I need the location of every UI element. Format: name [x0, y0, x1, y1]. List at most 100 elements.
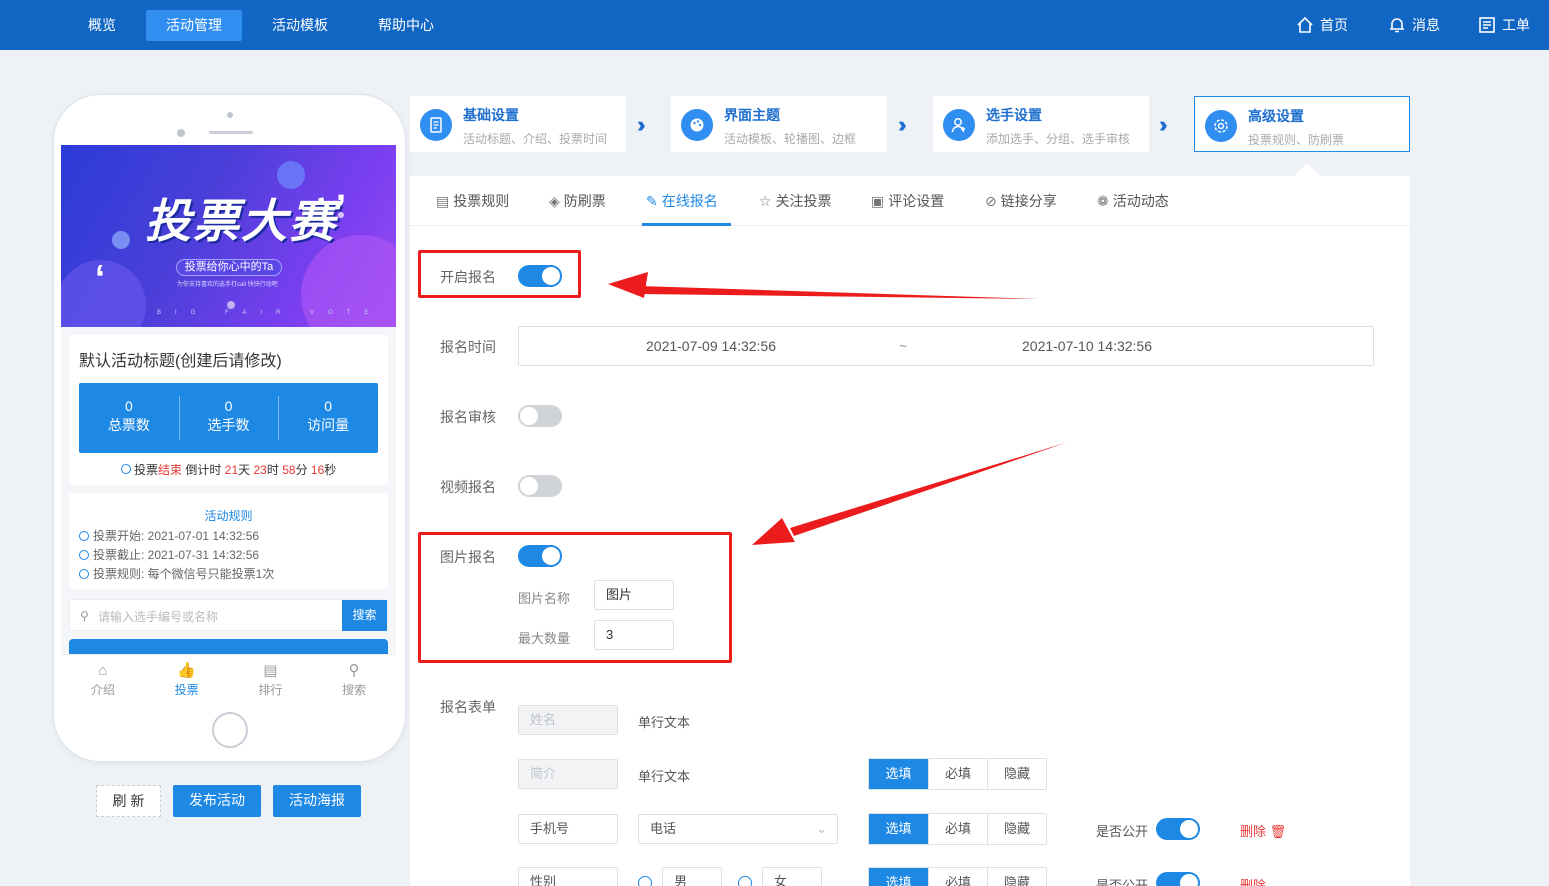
star-icon: ☆: [759, 192, 772, 209]
pinwheel-icon: ❁: [1097, 192, 1109, 209]
home-icon: ⌂: [98, 662, 108, 679]
tab-follow-vote[interactable]: ☆ 关注投票: [759, 191, 832, 211]
gender-required-selector: 选填 必填 隐藏: [868, 867, 1047, 886]
countdown: 投票结束 倒计时 21天 23时 58分 16秒: [69, 461, 388, 478]
phone-preview: 投票大赛 , ‘ 投票给你心中的Ta 为你支持喜欢的选手打call 快快行动吧 …: [54, 95, 405, 761]
radio-icon[interactable]: [738, 876, 752, 886]
stats-panel: 0 总票数 0 选手数 0 访问量: [79, 383, 378, 453]
document-icon: ▤: [436, 192, 450, 209]
quote-mark-left: ‘: [95, 257, 106, 298]
radio-icon[interactable]: [638, 876, 652, 886]
option-hidden[interactable]: 隐藏: [987, 868, 1046, 886]
stat-contestants: 0 选手数: [178, 383, 279, 453]
toggle-knob: [520, 477, 538, 495]
tab-search[interactable]: ⚲ 搜索: [312, 655, 396, 704]
step-title: 基础设置: [463, 107, 519, 123]
signup-review-toggle[interactable]: [518, 405, 562, 427]
option-hidden[interactable]: 隐藏: [987, 759, 1046, 789]
gender-public-toggle[interactable]: [1156, 872, 1200, 886]
field-gender-input[interactable]: 性别: [518, 867, 618, 886]
tab-comment-settings[interactable]: ▣ 评论设置: [871, 191, 944, 211]
nav-messages[interactable]: 消息: [1388, 15, 1440, 35]
contestant-search: ⚲ 请输入选手编号或名称 搜索: [69, 599, 388, 631]
rule-start: 投票开始: 2021-07-01 14:32:56: [79, 527, 259, 544]
field-type-label: 单行文本: [638, 769, 691, 784]
top-nav-bar: 概览 活动管理 活动模板 帮助中心 首页 消息 工单: [0, 0, 1549, 50]
clock-icon: [120, 464, 131, 474]
annotation-box-enable-signup: [418, 250, 581, 298]
video-signup-label: 视频报名: [440, 479, 496, 495]
nav-activity-templates[interactable]: 活动模板: [258, 10, 342, 41]
gender-option-male[interactable]: 男: [662, 867, 722, 886]
step-desc: 投票规则、防刷票: [1248, 133, 1345, 147]
comment-icon: ▣: [871, 192, 885, 209]
tab-intro[interactable]: ⌂ 介绍: [61, 655, 145, 704]
search-icon: ⚲: [348, 662, 360, 679]
tab-online-signup[interactable]: ✎ 在线报名: [646, 191, 718, 211]
tab-ranking[interactable]: ▤ 排行: [229, 655, 313, 704]
public-label: 是否公开: [1096, 878, 1149, 886]
chevron-right-icon: ››: [898, 112, 906, 137]
activity-poster-button[interactable]: 活动海报: [273, 785, 361, 817]
annotation-box-image-signup: [418, 532, 732, 663]
signup-time-range[interactable]: 2021-07-09 14:32:56 ~ 2021-07-10 14:32:5…: [518, 326, 1374, 366]
bell-icon: [1390, 18, 1404, 33]
refresh-button[interactable]: 刷 新: [96, 785, 161, 817]
signup-end-time[interactable]: 2021-07-10 14:32:56: [1022, 338, 1152, 354]
step-advanced-settings[interactable]: 高级设置 投票规则、防刷票: [1194, 96, 1410, 152]
option-required[interactable]: 必填: [928, 814, 987, 844]
phone-required-selector: 选填 必填 隐藏: [868, 813, 1047, 845]
user-add-icon: [943, 109, 975, 141]
phone-speaker: [209, 131, 253, 134]
search-button[interactable]: 搜索: [342, 600, 387, 631]
signup-start-time[interactable]: 2021-07-09 14:32:56: [646, 338, 776, 354]
signup-form-label: 报名表单: [440, 699, 496, 715]
nav-activity-management[interactable]: 活动管理: [146, 10, 242, 41]
nav-help-center[interactable]: 帮助中心: [362, 10, 450, 41]
option-optional[interactable]: 选填: [869, 868, 928, 886]
gender-option-female[interactable]: 女: [762, 867, 822, 886]
banner-subtext: 为你支持喜欢的选手打call 快快行动吧: [177, 282, 278, 288]
nav-tickets-label: 工单: [1502, 17, 1530, 33]
link-icon: ⊘: [985, 192, 997, 209]
step-theme[interactable]: 界面主题 活动模板、轮播图、边框: [671, 96, 887, 152]
phone-public-toggle[interactable]: [1156, 818, 1200, 840]
step-basic-settings[interactable]: 基础设置 活动标题、介绍、投票时间: [410, 96, 626, 152]
tab-activity-feed[interactable]: ❁ 活动动态: [1097, 191, 1169, 211]
toggle-knob: [1180, 820, 1198, 838]
option-required[interactable]: 必填: [928, 759, 987, 789]
tab-vote[interactable]: 👍 投票: [145, 655, 229, 704]
option-hidden[interactable]: 隐藏: [987, 814, 1046, 844]
intro-required-selector: 选填 必填 隐藏: [868, 758, 1047, 790]
phone-sensor: [177, 129, 185, 137]
publish-activity-button[interactable]: 发布活动: [173, 785, 261, 817]
step-title: 选手设置: [986, 107, 1042, 123]
nav-home[interactable]: 首页: [1296, 15, 1348, 35]
activity-rules-card: 活动规则 投票开始: 2021-07-01 14:32:56 投票截止: 202…: [69, 493, 388, 589]
step-contestants[interactable]: 选手设置 添加选手、分组、选手审核: [933, 96, 1149, 152]
delete-field-link[interactable]: 删除: [1240, 875, 1266, 886]
tab-voting-rules[interactable]: ▤ 投票规则: [436, 191, 509, 211]
tab-anti-fraud[interactable]: ◈ 防刷票: [549, 191, 606, 211]
field-type-select[interactable]: 电话 ⌄: [638, 814, 838, 844]
option-optional[interactable]: 选填: [869, 759, 928, 789]
field-phone-input[interactable]: 手机号: [518, 814, 618, 844]
search-input[interactable]: 请输入选手编号或名称: [98, 608, 218, 625]
option-optional[interactable]: 选填: [869, 814, 928, 844]
option-required[interactable]: 必填: [928, 868, 987, 886]
tab-link-share[interactable]: ⊘ 链接分享: [985, 191, 1057, 211]
nav-overview[interactable]: 概览: [74, 10, 130, 41]
signup-review-label: 报名审核: [440, 409, 496, 425]
settings-tabs: ▤ 投票规则 ◈ 防刷票 ✎ 在线报名 ☆ 关注投票 ▣ 评论设置 ⊘ 链接分享 ❁ 活动动态: [410, 176, 1410, 226]
search-icon: ⚲: [80, 609, 89, 623]
clock-icon: [79, 530, 89, 541]
activity-title: 默认活动标题(创建后请修改): [79, 353, 282, 370]
video-signup-toggle[interactable]: [518, 475, 562, 497]
nav-messages-label: 消息: [1412, 17, 1440, 33]
delete-field-link[interactable]: 删除 🗑: [1240, 821, 1286, 840]
nav-tickets[interactable]: 工单: [1478, 15, 1530, 35]
toggle-knob: [520, 407, 538, 425]
gear-icon: [1205, 110, 1237, 142]
rule-end: 投票截止: 2021-07-31 14:32:56: [79, 546, 259, 563]
chevron-right-icon: ››: [637, 112, 645, 137]
